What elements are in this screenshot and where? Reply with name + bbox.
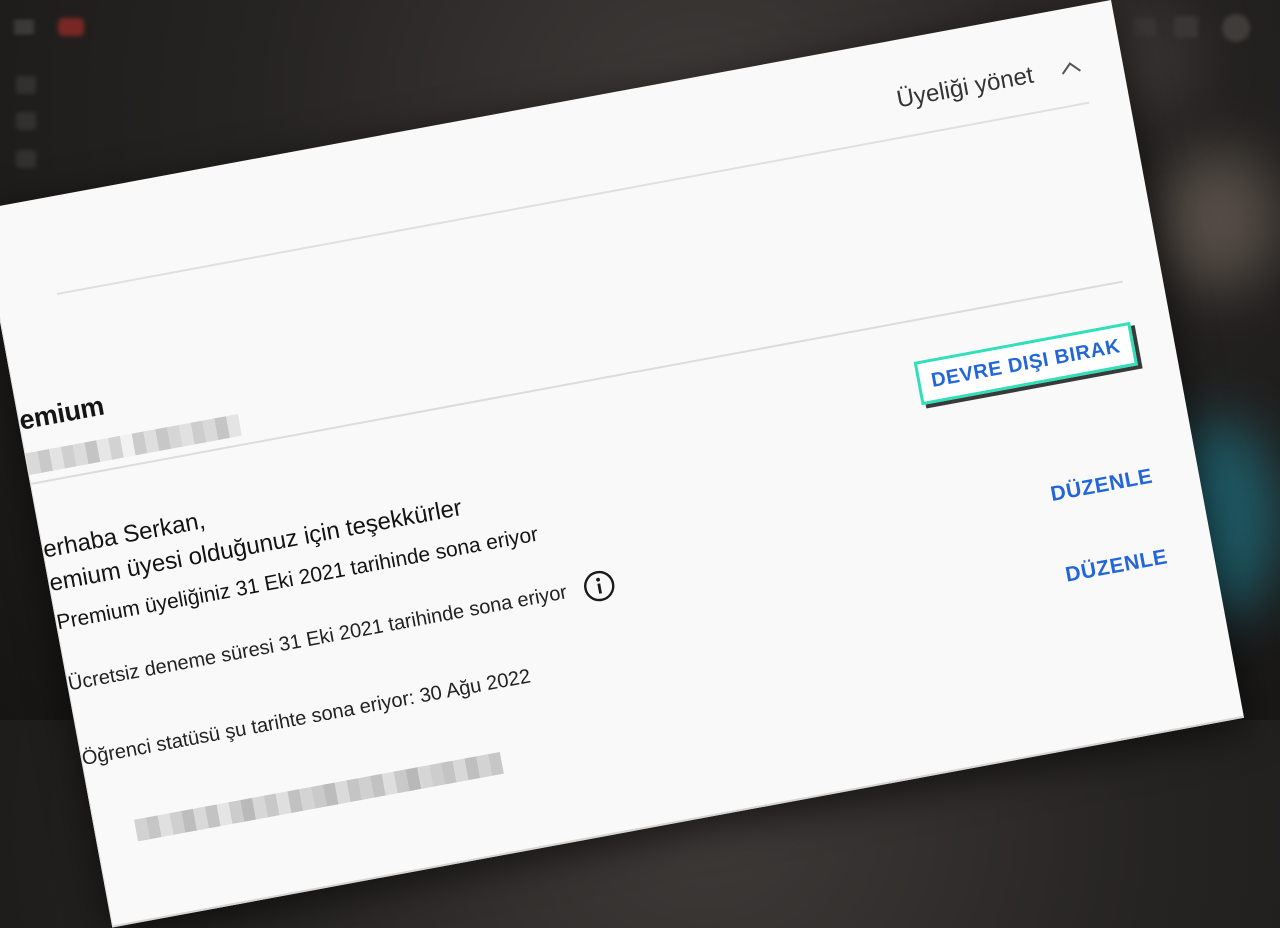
home-icon xyxy=(16,76,36,94)
menu-icon xyxy=(14,18,34,34)
deactivate-button[interactable]: DEVRE DIŞI BIRAK xyxy=(913,321,1139,406)
plan-title: emium xyxy=(16,390,107,436)
edit-trial-button[interactable]: DÜZENLE xyxy=(1049,465,1155,507)
explore-icon xyxy=(16,112,36,130)
chevron-up-icon[interactable] xyxy=(1057,54,1085,82)
info-icon[interactable] xyxy=(579,566,619,606)
avatar-icon xyxy=(1222,14,1250,42)
edit-student-button[interactable]: DÜZENLE xyxy=(1064,545,1170,587)
background-blur xyxy=(1160,150,1280,290)
pixelated-text xyxy=(134,751,504,842)
card-border xyxy=(112,715,1245,928)
logo-icon xyxy=(58,18,84,36)
membership-card: Üyeliği yönet emium erhaba Serkan, emium… xyxy=(0,0,1245,928)
manage-membership-label: Üyeliği yönet xyxy=(894,61,1036,114)
subscriptions-icon xyxy=(16,150,36,168)
divider xyxy=(56,101,1090,295)
